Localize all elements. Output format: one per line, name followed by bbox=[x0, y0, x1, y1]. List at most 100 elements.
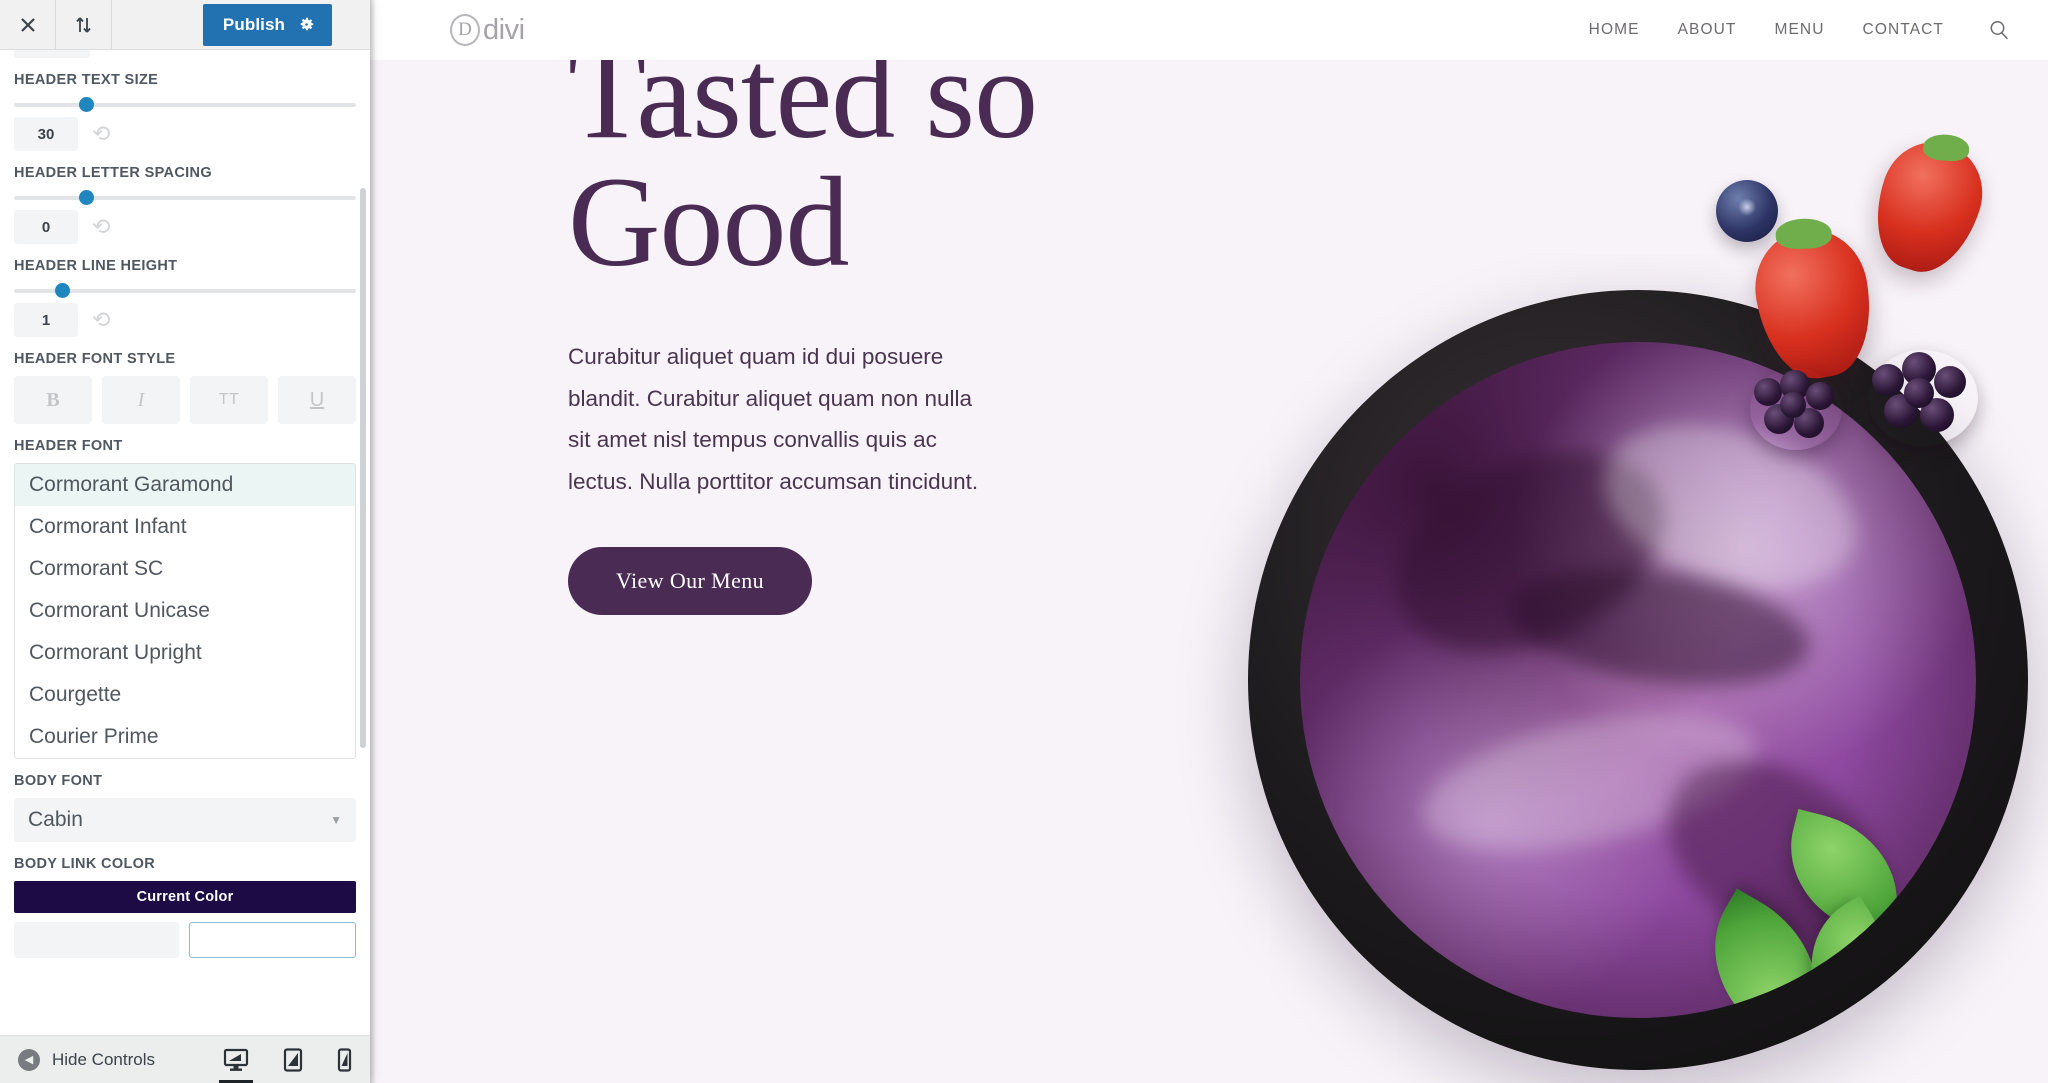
hero-heading: Tasted so Good bbox=[568, 60, 1128, 286]
font-option-cormorant-garamond[interactable]: Cormorant Garamond bbox=[15, 464, 355, 506]
hero-paragraph: Curabitur aliquet quam id dui posuere bl… bbox=[568, 344, 979, 494]
hide-controls-label: Hide Controls bbox=[52, 1049, 155, 1069]
header-text-size-input[interactable]: 30 bbox=[14, 117, 78, 151]
control-header-letter-spacing: HEADER LETTER SPACING 0 ⟲ bbox=[14, 165, 356, 244]
tablet-icon bbox=[283, 1047, 303, 1072]
undo-icon[interactable]: ⟲ bbox=[92, 309, 110, 331]
underline-button[interactable]: U bbox=[278, 376, 356, 424]
device-reorder-button[interactable] bbox=[56, 0, 112, 49]
blackberry bbox=[1868, 350, 1978, 446]
smoothie-bowl-illustration bbox=[1108, 100, 2048, 1083]
color-default-button[interactable] bbox=[14, 922, 179, 958]
font-option-cormorant-upright[interactable]: Cormorant Upright bbox=[15, 632, 355, 674]
view-our-menu-button[interactable]: View Our Menu bbox=[568, 546, 813, 615]
hide-controls-button[interactable]: ◀ Hide Controls bbox=[0, 1048, 155, 1071]
bold-button[interactable]: B bbox=[14, 376, 92, 424]
control-label: BODY LINK COLOR bbox=[14, 856, 156, 872]
mobile-icon bbox=[337, 1047, 352, 1072]
body-font-value: Cabin bbox=[28, 808, 83, 831]
header-font-dropdown-list[interactable]: Cormorant Garamond Cormorant Infant Corm… bbox=[14, 463, 356, 759]
preview-edge-shadow bbox=[370, 0, 376, 1083]
site-header: D divi HOME ABOUT MENU CONTACT bbox=[370, 0, 2048, 60]
site-navigation: HOME ABOUT MENU CONTACT bbox=[1589, 19, 2010, 41]
blackberry bbox=[1750, 368, 1842, 450]
publish-area: Publish bbox=[202, 0, 370, 49]
value-row: 30 ⟲ bbox=[14, 117, 356, 151]
header-text-size-slider[interactable] bbox=[14, 97, 356, 112]
strawberry-leaf bbox=[1775, 217, 1833, 250]
current-color-button[interactable]: Current Color bbox=[14, 881, 356, 913]
nav-item-about[interactable]: ABOUT bbox=[1678, 21, 1737, 39]
control-label: HEADER FONT bbox=[14, 438, 123, 454]
close-customizer-button[interactable] bbox=[0, 0, 56, 49]
body-font-select[interactable]: Cabin ▼ bbox=[14, 798, 356, 842]
slider-handle[interactable] bbox=[55, 283, 71, 298]
sort-arrows-icon bbox=[75, 16, 91, 33]
control-label: HEADER FONT STYLE bbox=[14, 351, 176, 367]
tablet-view-button[interactable] bbox=[279, 1036, 307, 1083]
previous-control-cutoff bbox=[14, 50, 356, 58]
blueberry bbox=[1716, 180, 1778, 242]
mobile-view-button[interactable] bbox=[333, 1036, 356, 1083]
site-logo[interactable]: D divi bbox=[450, 14, 525, 47]
strawberry-leaf bbox=[1922, 133, 1971, 163]
control-header-text-size: HEADER TEXT SIZE 30 ⟲ bbox=[14, 72, 356, 151]
value-row: 1 ⟲ bbox=[14, 303, 356, 337]
control-label: HEADER TEXT SIZE bbox=[14, 72, 159, 88]
italic-button[interactable]: I bbox=[102, 376, 180, 424]
scrollbar-thumb[interactable] bbox=[360, 188, 366, 748]
search-icon[interactable] bbox=[1988, 19, 2010, 41]
customizer-scroll-area[interactable]: HEADER TEXT SIZE 30 ⟲ HEADER LETTER SPAC… bbox=[0, 50, 370, 1035]
header-letter-spacing-slider[interactable] bbox=[14, 190, 356, 205]
publish-label: Publish bbox=[222, 14, 285, 34]
color-custom-button[interactable] bbox=[189, 922, 356, 958]
font-style-button-group: B I TT U bbox=[14, 376, 356, 424]
uppercase-button[interactable]: TT bbox=[190, 376, 268, 424]
chevron-left-circle-icon: ◀ bbox=[18, 1048, 40, 1071]
undo-icon[interactable]: ⟲ bbox=[92, 123, 110, 145]
customizer-app: Publish HEADER TEXT SIZE 30 ⟲ HEADER LET… bbox=[0, 0, 2048, 1083]
slider-handle[interactable] bbox=[78, 190, 94, 205]
logo-wordmark: divi bbox=[483, 13, 525, 46]
nav-item-menu[interactable]: MENU bbox=[1774, 21, 1824, 39]
close-icon bbox=[20, 17, 35, 32]
desktop-view-button[interactable] bbox=[219, 1036, 253, 1083]
hero-heading-line-2: Good bbox=[568, 151, 849, 293]
chevron-down-icon: ▼ bbox=[330, 813, 342, 827]
control-label: HEADER LETTER SPACING bbox=[14, 165, 213, 181]
gear-icon[interactable] bbox=[299, 17, 314, 32]
control-header-font-style: HEADER FONT STYLE B I TT U bbox=[14, 351, 356, 424]
color-mode-buttons bbox=[14, 922, 356, 958]
control-label: BODY FONT bbox=[14, 773, 103, 789]
customizer-bottom-bar: ◀ Hide Controls bbox=[0, 1035, 370, 1083]
font-option-cormorant-infant[interactable]: Cormorant Infant bbox=[15, 506, 355, 548]
font-option-cormorant-sc[interactable]: Cormorant SC bbox=[15, 548, 355, 590]
font-option-courier-prime[interactable]: Courier Prime bbox=[15, 716, 355, 758]
font-option-cormorant-unicase[interactable]: Cormorant Unicase bbox=[15, 590, 355, 632]
nav-item-home[interactable]: HOME bbox=[1589, 21, 1640, 39]
header-letter-spacing-input[interactable]: 0 bbox=[14, 210, 78, 244]
slider-track bbox=[14, 103, 356, 107]
customizer-panel: Publish HEADER TEXT SIZE 30 ⟲ HEADER LET… bbox=[0, 0, 370, 1083]
desktop-icon bbox=[223, 1048, 249, 1071]
nav-item-contact[interactable]: CONTACT bbox=[1863, 21, 1944, 39]
mint-garnish bbox=[1680, 809, 1930, 1018]
slider-track bbox=[14, 196, 356, 200]
slider-handle[interactable] bbox=[78, 97, 94, 112]
font-option-courgette[interactable]: Courgette bbox=[15, 674, 355, 716]
control-body-font: BODY FONT Cabin ▼ bbox=[14, 773, 356, 842]
hero-heading-line-1: Tasted so bbox=[568, 60, 1038, 165]
customizer-scrollbar[interactable] bbox=[360, 58, 366, 798]
control-body-link-color: BODY LINK COLOR Current Color bbox=[14, 856, 356, 958]
header-line-height-slider[interactable] bbox=[14, 283, 356, 298]
hero-content: Tasted so Good Curabitur aliquet quam id… bbox=[568, 60, 1128, 615]
undo-icon[interactable]: ⟲ bbox=[92, 216, 110, 238]
site-preview: D divi HOME ABOUT MENU CONTACT Tasted so… bbox=[370, 0, 2048, 1083]
hero-section: Tasted so Good Curabitur aliquet quam id… bbox=[370, 60, 2048, 1083]
publish-button[interactable]: Publish bbox=[202, 3, 332, 46]
control-label: HEADER LINE HEIGHT bbox=[14, 258, 178, 274]
divi-logo-icon: D bbox=[450, 14, 480, 46]
header-line-height-input[interactable]: 1 bbox=[14, 303, 78, 337]
control-header-line-height: HEADER LINE HEIGHT 1 ⟲ bbox=[14, 258, 356, 337]
